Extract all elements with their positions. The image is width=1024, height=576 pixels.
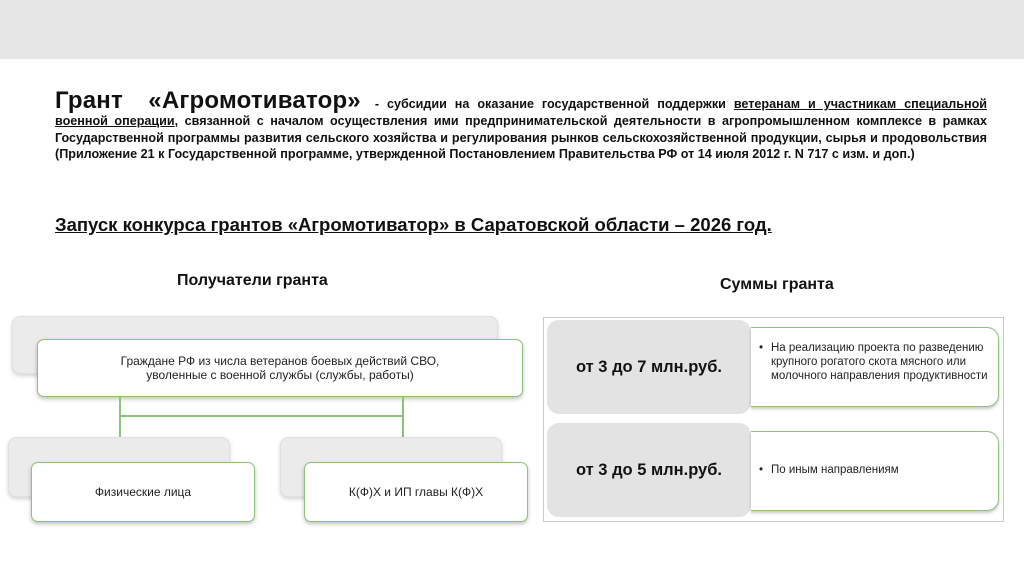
description-bullet-2: По иным направлениям bbox=[759, 463, 996, 477]
description-bullet-1: На реализацию проекта по разведению круп… bbox=[759, 341, 996, 383]
amounts-title: Суммы гранта bbox=[720, 276, 834, 293]
recipients-title: Получатели гранта bbox=[177, 272, 328, 289]
recipient-node-veterans: Граждане РФ из числа ветеранов боевых де… bbox=[37, 339, 523, 397]
recipient-node-individuals: Физические лица bbox=[31, 462, 255, 522]
amount-cell-1: от 3 до 7 млн.руб. bbox=[547, 320, 751, 414]
amount-value-1: от 3 до 7 млн.руб. bbox=[575, 357, 723, 376]
connector-horizontal bbox=[119, 415, 403, 417]
intro-paragraph: Грант «Агромотиватор» - субсидии на оказ… bbox=[55, 89, 987, 163]
recipient-node-veterans-label: Граждане РФ из числа ветеранов боевых де… bbox=[120, 354, 440, 382]
launch-heading: Запуск конкурса грантов «Агромотиватор» … bbox=[55, 214, 772, 235]
connector-right-vertical bbox=[402, 396, 404, 438]
amount-cell-2: от 3 до 5 млн.руб. bbox=[547, 423, 751, 517]
connector-left-vertical bbox=[119, 396, 121, 438]
recipient-node-farms-label: К(Ф)Х и ИП главы К(Ф)Х bbox=[348, 485, 484, 499]
recipient-node-individuals-label: Физические лица bbox=[94, 485, 192, 499]
top-band bbox=[0, 0, 1024, 59]
amount-value-2: от 3 до 5 млн.руб. bbox=[575, 460, 723, 479]
description-cell-2: По иным направлениям bbox=[751, 431, 999, 511]
intro-dash-text: - субсидии на оказание государственной п… bbox=[374, 97, 726, 111]
recipient-node-farms: К(Ф)Х и ИП главы К(Ф)Х bbox=[304, 462, 528, 522]
grant-title: Грант «Агромотиватор» bbox=[55, 87, 361, 114]
intro-rest-text: , связанной с началом осуществления ими … bbox=[55, 114, 987, 161]
description-cell-1: На реализацию проекта по разведению круп… bbox=[751, 327, 999, 407]
